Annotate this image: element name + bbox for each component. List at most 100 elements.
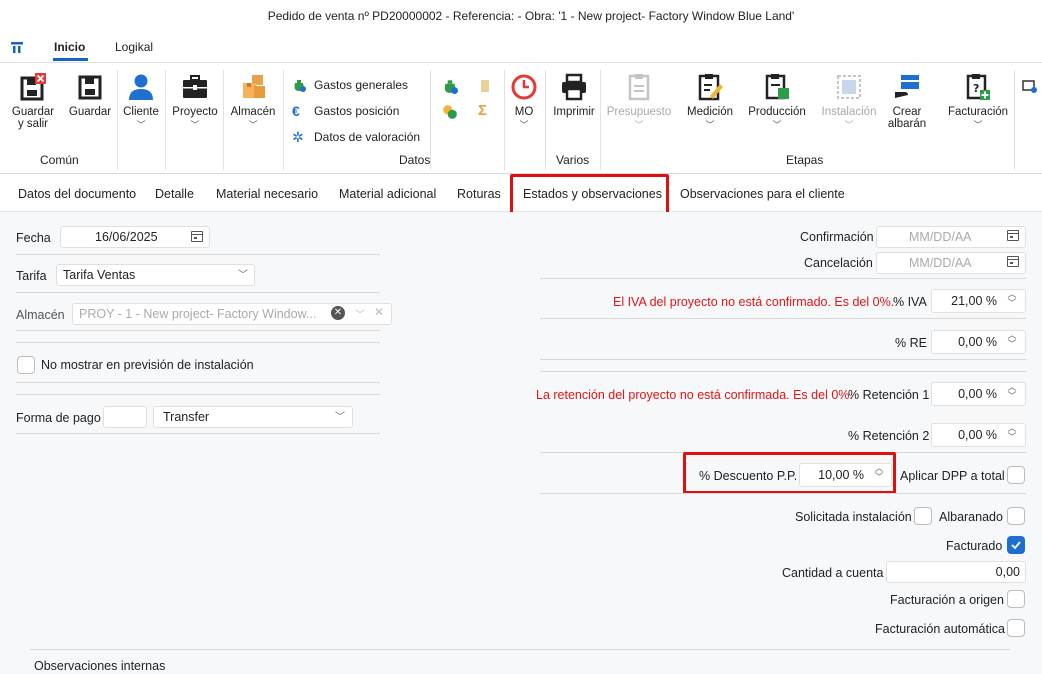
cancelacion-label: Cancelación [804, 256, 873, 270]
presupuesto-button[interactable]: Presupuesto ﹀ [604, 72, 674, 131]
medicion-button[interactable]: Medición ﹀ [682, 72, 738, 131]
guardar-button[interactable]: Guardar [64, 72, 116, 118]
divider [16, 382, 380, 383]
calendar-icon[interactable] [191, 231, 203, 242]
fecha-value: 16/06/2025 [95, 230, 158, 244]
chevron-down-icon: ﹀ [844, 120, 854, 130]
tab-roturas[interactable]: Roturas [457, 187, 501, 201]
stepper-icon[interactable]: ︿ ﹀ [1006, 331, 1018, 353]
cliente-button[interactable]: Cliente ﹀ [120, 72, 162, 131]
divider [540, 371, 1026, 372]
stepper-icon[interactable]: ︿ ﹀ [1006, 383, 1018, 405]
aplicar-dpp-label: Aplicar DPP a total [900, 469, 1005, 483]
facturado-checkbox[interactable] [1007, 536, 1025, 554]
retencion2-value: 0,00 % [958, 428, 997, 442]
gastos-posicion-button[interactable]: € Gastos posición [292, 104, 399, 118]
stepper-icon[interactable]: ︿ ﹀ [1006, 424, 1018, 446]
cliente-label: Cliente [123, 106, 159, 118]
menu-tab-indicator [53, 58, 88, 61]
divider [540, 493, 1026, 494]
close-icon[interactable]: ✕ [374, 305, 384, 319]
imprimir-button[interactable]: Imprimir [548, 72, 600, 118]
clear-icon[interactable]: ✕ [331, 306, 345, 320]
fact-origen-label: Facturación a origen [890, 593, 1004, 607]
aplicar-dpp-checkbox[interactable] [1007, 466, 1025, 484]
iva-warning: El IVA del proyecto no está confirmado. … [613, 295, 895, 309]
proyecto-button[interactable]: Proyecto ﹀ [168, 72, 222, 131]
calendar-icon[interactable] [1007, 256, 1019, 267]
chevron-down-icon: ﹀ [772, 120, 782, 130]
tab-highlight-box [510, 174, 669, 215]
menu-tab-logikal[interactable]: Logikal [115, 40, 153, 54]
mo-button[interactable]: MO ﹀ [506, 72, 542, 131]
gastos-generales-button[interactable]: Gastos generales [292, 78, 408, 92]
tab-datos-documento[interactable]: Datos del documento [18, 187, 136, 201]
tarifa-label: Tarifa [16, 269, 47, 283]
facturacion-button[interactable]: ? Facturación ﹀ [942, 72, 1014, 131]
chevron-down-icon: ﹀ [248, 120, 258, 130]
instalacion-button[interactable]: Instalación ﹀ [816, 72, 882, 131]
ribbon-separator [117, 70, 118, 170]
gastos-generales-label: Gastos generales [314, 78, 409, 92]
tab-material-adicional[interactable]: Material adicional [339, 187, 436, 201]
retencion2-label: % Retención 2 [848, 429, 930, 443]
tab-observaciones-cliente[interactable]: Observaciones para el cliente [680, 187, 845, 201]
settings-icon[interactable] [1022, 78, 1038, 94]
menu-tab-inicio[interactable]: Inicio [54, 40, 85, 54]
fact-auto-checkbox[interactable] [1007, 619, 1025, 637]
divider [30, 649, 1010, 650]
fecha-label: Fecha [16, 231, 51, 245]
money-bag-icon[interactable] [442, 78, 458, 94]
fecha-field[interactable]: 16/06/2025 [60, 226, 210, 248]
almacen-label: Almacén [16, 308, 65, 322]
chevron-down-icon: ﹀ [973, 120, 983, 130]
forma-pago-select[interactable]: Transfer [153, 406, 353, 428]
ribbon-separator [165, 70, 166, 170]
retencion-warning: La retención del proyecto no está confir… [536, 388, 853, 402]
stepper-icon[interactable]: ︿ ﹀ [1006, 290, 1018, 312]
produccion-button[interactable]: Producción ﹀ [744, 72, 810, 131]
confirmacion-placeholder: MM/DD/AA [909, 230, 972, 244]
boxes-icon [243, 75, 265, 98]
clipboard-edit-icon [698, 74, 723, 101]
tab-material-necesario[interactable]: Material necesario [216, 187, 318, 201]
save-exit-icon [20, 73, 46, 101]
app-logo-icon [11, 42, 23, 53]
re-value: 0,00 % [958, 335, 997, 349]
solicitada-checkbox[interactable] [914, 507, 932, 525]
no-mostrar-checkbox[interactable] [17, 356, 35, 374]
group-label-etapas: Etapas [786, 153, 824, 167]
divider [16, 330, 380, 331]
chevron-down-icon: ﹀ [519, 120, 529, 130]
observaciones-internas-label: Observaciones internas [34, 659, 166, 673]
ribbon-separator [283, 70, 284, 170]
facturacion-label: Facturación [947, 106, 1009, 118]
chevron-down-icon: ﹀ [355, 310, 365, 321]
money-bag-icon [294, 80, 306, 92]
sum-icon[interactable]: Σ [478, 102, 487, 119]
coins-icon[interactable] [442, 104, 458, 120]
clipboard-production-icon [765, 74, 789, 100]
almacen-button[interactable]: Almacén ﹀ [226, 72, 280, 131]
crear-albaran-button[interactable]: Crear albarán [886, 72, 928, 130]
datos-valoracion-button[interactable]: ✲ Datos de valoración [292, 130, 420, 144]
albaranado-checkbox[interactable] [1007, 507, 1025, 525]
menu-tabs [0, 32, 1042, 62]
iva-value: 21,00 % [951, 294, 997, 308]
tarifa-select[interactable]: Tarifa Ventas [56, 264, 255, 286]
calendar-icon[interactable] [1007, 230, 1019, 241]
confirmacion-date-field[interactable]: MM/DD/AA [876, 226, 1026, 248]
no-mostrar-label: No mostrar en previsión de instalación [41, 358, 254, 372]
almacen-label: Almacén [230, 106, 276, 118]
cantidad-input[interactable]: 0,00 [886, 561, 1026, 583]
fact-origen-checkbox[interactable] [1007, 590, 1025, 608]
cancelacion-date-field[interactable]: MM/DD/AA [876, 252, 1026, 274]
datos-valoracion-label: Datos de valoración [314, 130, 421, 144]
produccion-label: Producción [748, 106, 806, 118]
forma-pago-code-field[interactable] [103, 406, 147, 428]
tab-detalle[interactable]: Detalle [155, 187, 194, 201]
re-label: % RE [895, 336, 927, 350]
cantidad-label: Cantidad a cuenta [782, 566, 884, 580]
guardar-y-salir-button[interactable]: Guardar y salir [8, 72, 58, 130]
retencion1-value: 0,00 % [958, 387, 997, 401]
